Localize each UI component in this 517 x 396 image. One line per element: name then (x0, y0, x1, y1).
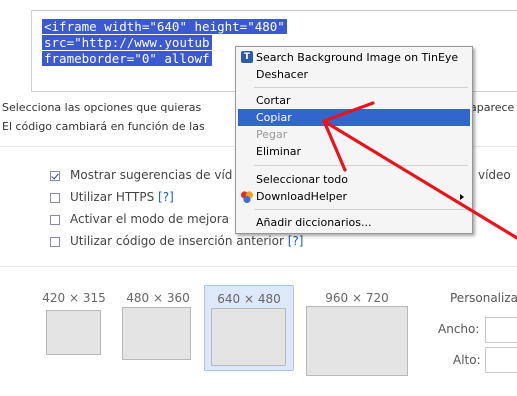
annotation-arrow (322, 101, 517, 240)
